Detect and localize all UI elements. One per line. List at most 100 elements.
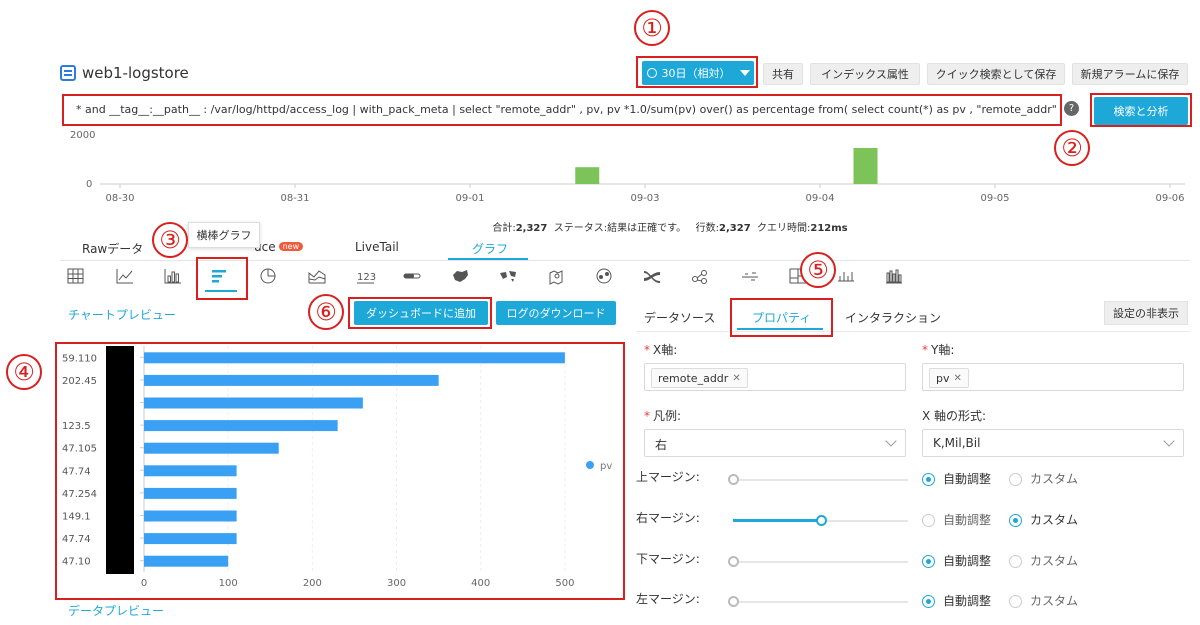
help-icon[interactable]: ?	[1064, 101, 1079, 116]
chart-bar[interactable]	[144, 533, 237, 545]
chart-bar[interactable]	[144, 555, 229, 567]
margin-slider-track[interactable]	[733, 479, 908, 481]
share-button[interactable]: 共有	[763, 63, 803, 85]
chart-category-label: 47.105	[62, 444, 97, 455]
number-icon[interactable]: 123	[357, 272, 376, 284]
histogram-icon[interactable]	[886, 269, 902, 284]
pie-chart-icon[interactable]	[260, 268, 276, 284]
radio-custom[interactable]	[1009, 473, 1022, 486]
chart-category-label: 59.110	[62, 353, 97, 364]
radio-custom-label: カスタム	[1030, 472, 1079, 486]
add-to-dashboard-button[interactable]: ダッシュボードに追加	[354, 301, 488, 325]
histogram-bar[interactable]	[575, 167, 600, 184]
chart-bar[interactable]	[144, 352, 565, 364]
panel-tab-datasource[interactable]: データソース	[644, 309, 715, 326]
sankey-icon[interactable]	[644, 271, 660, 283]
data-preview-title: データプレビュー	[68, 604, 165, 618]
tab-raw-data[interactable]: Rawデータ	[82, 240, 143, 257]
remove-tag-icon[interactable]: ✕	[732, 373, 740, 384]
save-quick-search-button[interactable]: クイック検索として保存	[927, 63, 1065, 85]
word-cloud-icon[interactable]	[692, 270, 707, 284]
map-china-icon[interactable]	[453, 270, 468, 282]
tab-livetail[interactable]: LiveTail	[355, 240, 399, 254]
radio-auto-label: 自動調整	[943, 472, 992, 486]
timeline-icon[interactable]	[838, 272, 854, 282]
margin-slider-handle[interactable]	[728, 596, 739, 607]
radio-auto[interactable]	[922, 595, 935, 608]
area-chart-icon[interactable]	[308, 270, 326, 284]
column-chart-icon[interactable]	[164, 269, 181, 284]
marker-icon[interactable]	[742, 272, 758, 281]
chart-bar[interactable]	[144, 420, 338, 432]
redacted-label-block	[106, 346, 134, 574]
chart-category-label: 202.45	[62, 376, 97, 387]
amap-icon[interactable]	[549, 270, 563, 285]
chart-bar[interactable]	[144, 442, 279, 454]
line-chart-icon[interactable]	[116, 269, 133, 284]
annotation-marker-2: ②	[1054, 130, 1090, 166]
x-axis-field-label: * X軸:	[644, 343, 678, 357]
legend-select[interactable]: 右	[644, 429, 906, 457]
chart-bar[interactable]	[144, 397, 363, 409]
flow-icon[interactable]	[596, 268, 612, 284]
query-input[interactable]: * and __tag__:__path__ : /var/log/httpd/…	[64, 97, 1060, 125]
bar-chart-icon[interactable]	[212, 270, 226, 283]
radio-auto-label: 自動調整	[943, 513, 992, 527]
chart-bar[interactable]	[144, 487, 237, 499]
world-map-icon[interactable]	[500, 271, 516, 282]
radio-custom[interactable]	[1009, 514, 1022, 527]
table-icon[interactable]	[67, 268, 84, 284]
rows-label: 行数:	[695, 223, 720, 234]
chart-bar[interactable]	[144, 510, 237, 522]
margin-label: 下マージン:	[636, 552, 700, 566]
histogram-bar[interactable]	[853, 148, 878, 184]
histogram-x-tick: 08-31	[280, 193, 309, 204]
chart-x-tick: 500	[555, 578, 574, 589]
save-alarm-button[interactable]: 新規アラームに保存	[1072, 63, 1188, 85]
x-format-select-value: K,Mil,Bil	[933, 436, 981, 450]
margin-slider-handle[interactable]	[728, 556, 739, 567]
index-attributes-button[interactable]: インデックス属性	[810, 63, 920, 85]
chart-x-tick: 100	[219, 578, 238, 589]
panel-tab-interaction[interactable]: インタラクション	[845, 309, 941, 326]
margin-slider-track[interactable]	[733, 561, 908, 563]
search-analyze-button[interactable]: 検索と分析	[1094, 97, 1188, 125]
radio-custom[interactable]	[1009, 555, 1022, 568]
histogram-x-tick: 09-01	[455, 193, 484, 204]
chart-bar[interactable]	[144, 374, 439, 386]
tab-graph-underline	[448, 258, 528, 260]
panel-tab-properties[interactable]: プロパティ	[752, 309, 811, 326]
tab-logreduce[interactable]: uce new	[254, 240, 304, 254]
x-axis-select[interactable]: remote_addr ✕	[644, 363, 906, 391]
panel-tab-underline	[737, 328, 823, 330]
histogram-x-tick: 09-05	[980, 193, 1009, 204]
margin-slider-handle[interactable]	[728, 474, 739, 485]
radio-custom[interactable]	[1009, 595, 1022, 608]
chart-x-tick: 0	[141, 578, 147, 589]
chart-category-label: 47.74	[62, 466, 91, 477]
chart-bar[interactable]	[144, 465, 237, 477]
tab-graph[interactable]: グラフ	[472, 240, 508, 257]
margin-slider-handle[interactable]	[815, 515, 827, 526]
hide-settings-button[interactable]: 設定の非表示	[1104, 301, 1188, 325]
legend-label-text: 凡例:	[653, 409, 682, 423]
total-count: 2,327	[515, 223, 548, 234]
query-time: 212ms	[810, 223, 848, 234]
radio-auto[interactable]	[922, 473, 935, 486]
histogram-y-tick: 2000	[70, 130, 95, 141]
radio-auto[interactable]	[922, 514, 935, 527]
annotation-marker-3: ③	[152, 222, 188, 258]
time-range-button[interactable]: 30日（相対）	[642, 61, 754, 85]
progress-icon[interactable]	[403, 273, 421, 279]
radio-auto[interactable]	[922, 555, 935, 568]
query-time-label: クエリ時間:	[757, 223, 811, 234]
x-format-select[interactable]: K,Mil,Bil	[922, 429, 1184, 457]
histogram-y-tick: 0	[86, 179, 92, 190]
radio-custom-label: カスタム	[1030, 554, 1079, 568]
log-histogram[interactable]: 2000 0 08-30 08-31 09-01 09-03 09-04 09-05 09-…	[70, 128, 1190, 208]
download-log-button[interactable]: ログのダウンロード	[496, 301, 616, 325]
y-axis-tag: pv ✕	[929, 368, 969, 388]
margin-slider-track[interactable]	[733, 601, 908, 603]
y-axis-select[interactable]: pv ✕	[922, 363, 1184, 391]
remove-tag-icon[interactable]: ✕	[954, 373, 962, 384]
